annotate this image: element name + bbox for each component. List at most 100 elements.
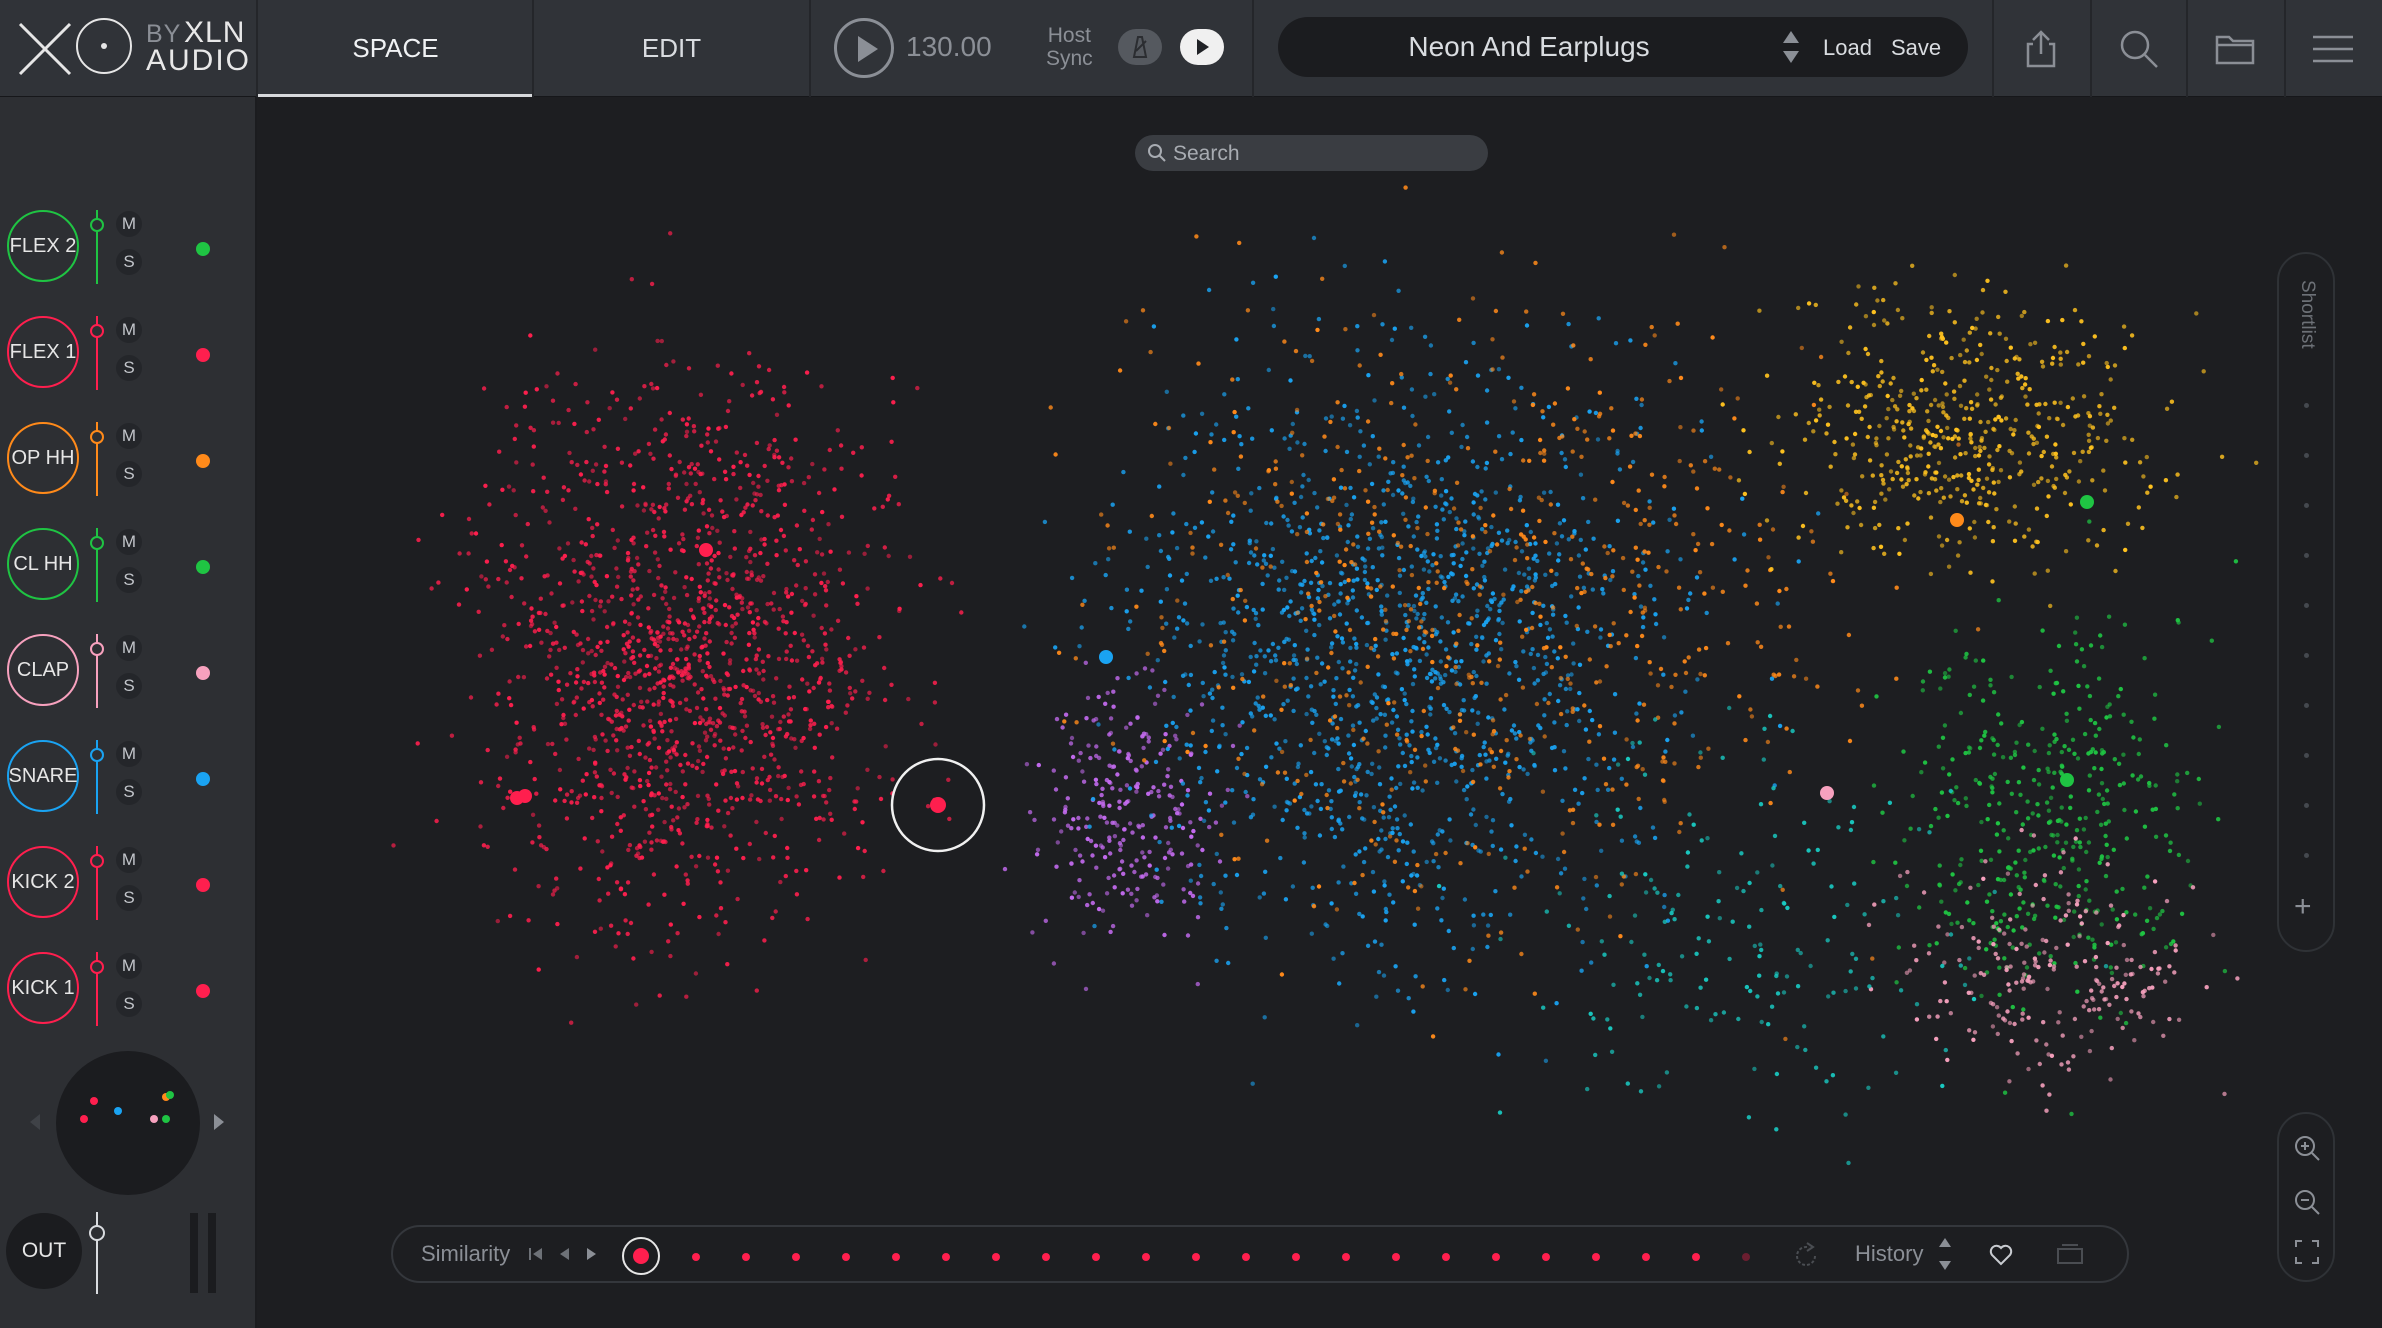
sample-dot xyxy=(1791,674,1797,679)
xy-prev-icon[interactable] xyxy=(28,1112,42,1132)
solo-button[interactable]: S xyxy=(116,991,142,1017)
mute-button[interactable]: M xyxy=(116,317,142,343)
sample-dots[interactable] xyxy=(391,185,2259,1166)
sample-dot xyxy=(1847,738,1853,744)
solo-button[interactable]: S xyxy=(116,779,142,805)
solo-button[interactable]: S xyxy=(116,461,142,487)
tab-space[interactable]: SPACE xyxy=(258,0,533,97)
track-button[interactable]: CLAP xyxy=(7,634,79,706)
sample-dot xyxy=(762,754,767,759)
solo-button[interactable]: S xyxy=(116,567,142,593)
sample-dot xyxy=(779,816,784,822)
track-button[interactable]: KICK 1 xyxy=(7,952,79,1024)
mute-button[interactable]: M xyxy=(116,635,142,661)
tab-edit[interactable]: EDIT xyxy=(534,0,809,97)
preset-next-arrow[interactable] xyxy=(1783,51,1799,63)
sample-dot xyxy=(725,577,730,583)
sample-dot xyxy=(861,874,866,880)
track-button[interactable]: FLEX 1 xyxy=(7,316,79,388)
sample-dot xyxy=(2071,934,2076,940)
sample-dot xyxy=(658,648,663,653)
track-volume-knob[interactable] xyxy=(90,854,104,868)
track-button[interactable]: KICK 2 xyxy=(7,846,79,918)
sample-dot xyxy=(2150,807,2155,812)
sample-dot xyxy=(1073,847,1078,853)
mute-button[interactable]: M xyxy=(116,741,142,767)
sample-dot xyxy=(752,693,758,699)
sample-dot xyxy=(1371,312,1377,318)
bpm-display[interactable]: 130.00 xyxy=(906,31,992,63)
sample-dot xyxy=(1434,522,1440,527)
mute-button[interactable]: M xyxy=(116,423,142,449)
track-button[interactable]: FLEX 2 xyxy=(7,210,79,282)
mute-button[interactable]: M xyxy=(116,529,142,555)
sample-dot xyxy=(666,486,671,491)
sample-dot xyxy=(1481,912,1486,917)
solo-button[interactable]: S xyxy=(116,249,142,275)
sample-dot xyxy=(1185,793,1190,798)
sample-dot xyxy=(487,502,492,507)
sample-dot xyxy=(1570,709,1575,714)
track-button[interactable]: CL HH xyxy=(7,528,79,600)
sample-dot xyxy=(1874,694,1879,699)
sample-dot xyxy=(1449,430,1455,435)
preset-save-button[interactable]: Save xyxy=(1891,35,1941,61)
sample-dot xyxy=(1873,440,1879,446)
preset-prev-arrow[interactable] xyxy=(1783,31,1799,43)
preset-name[interactable]: Neon And Earplugs xyxy=(1278,31,1780,63)
share-button[interactable] xyxy=(1994,0,2088,97)
track-button[interactable]: OP HH xyxy=(7,422,79,494)
track-volume-knob[interactable] xyxy=(90,218,104,232)
track-volume-knob[interactable] xyxy=(90,324,104,338)
play-button[interactable] xyxy=(834,18,894,78)
track-volume-knob[interactable] xyxy=(90,748,104,762)
sample-dot xyxy=(1285,698,1290,703)
sample-dot xyxy=(1431,552,1436,557)
sample-dot xyxy=(1499,647,1504,652)
sample-dot xyxy=(1154,867,1159,872)
solo-button[interactable]: S xyxy=(116,355,142,381)
xy-next-icon[interactable] xyxy=(212,1112,226,1132)
sample-dot xyxy=(1074,720,1079,725)
sample-dot xyxy=(653,533,658,538)
xy-pad[interactable] xyxy=(56,1051,200,1195)
track-volume-knob[interactable] xyxy=(90,642,104,656)
sample-dot xyxy=(1490,843,1496,849)
sample-dot xyxy=(2048,958,2053,963)
track-volume-knob[interactable] xyxy=(90,960,104,974)
sample-dot xyxy=(754,667,759,672)
solo-button[interactable]: S xyxy=(116,885,142,911)
sample-dot xyxy=(2161,1033,2166,1038)
sample-dot xyxy=(1796,535,1801,540)
search-button[interactable] xyxy=(2092,0,2186,97)
sample-dot xyxy=(819,384,824,389)
sample-dot xyxy=(1265,573,1270,578)
track-button[interactable]: SNARE xyxy=(7,740,79,812)
output-button[interactable]: OUT xyxy=(6,1213,82,1289)
metronome-toggle[interactable] xyxy=(1118,29,1162,65)
sample-dot xyxy=(692,429,697,434)
track-volume-knob[interactable] xyxy=(90,536,104,550)
track-volume-knob[interactable] xyxy=(90,430,104,444)
sample-dot xyxy=(1547,627,1553,632)
sample-dot xyxy=(680,417,685,422)
sample-dot xyxy=(1919,377,1924,383)
sample-dot xyxy=(1955,487,1960,492)
solo-button[interactable]: S xyxy=(116,673,142,699)
mute-button[interactable]: M xyxy=(116,953,142,979)
preset-load-button[interactable]: Load xyxy=(1823,35,1872,61)
sample-map[interactable] xyxy=(257,97,2382,1328)
sample-dot xyxy=(1557,552,1562,557)
folder-button[interactable] xyxy=(2188,0,2282,97)
sample-dot xyxy=(1952,396,1957,401)
mute-button[interactable]: M xyxy=(116,211,142,237)
sample-dot xyxy=(1495,663,1501,669)
mute-button[interactable]: M xyxy=(116,847,142,873)
sample-dot xyxy=(1415,611,1420,617)
menu-button[interactable] xyxy=(2286,0,2380,97)
sample-dot xyxy=(1380,802,1385,807)
output-volume-knob[interactable] xyxy=(89,1225,105,1241)
host-play-toggle[interactable] xyxy=(1180,29,1224,65)
sample-dot xyxy=(1958,452,1963,457)
sample-dot xyxy=(2027,387,2032,392)
